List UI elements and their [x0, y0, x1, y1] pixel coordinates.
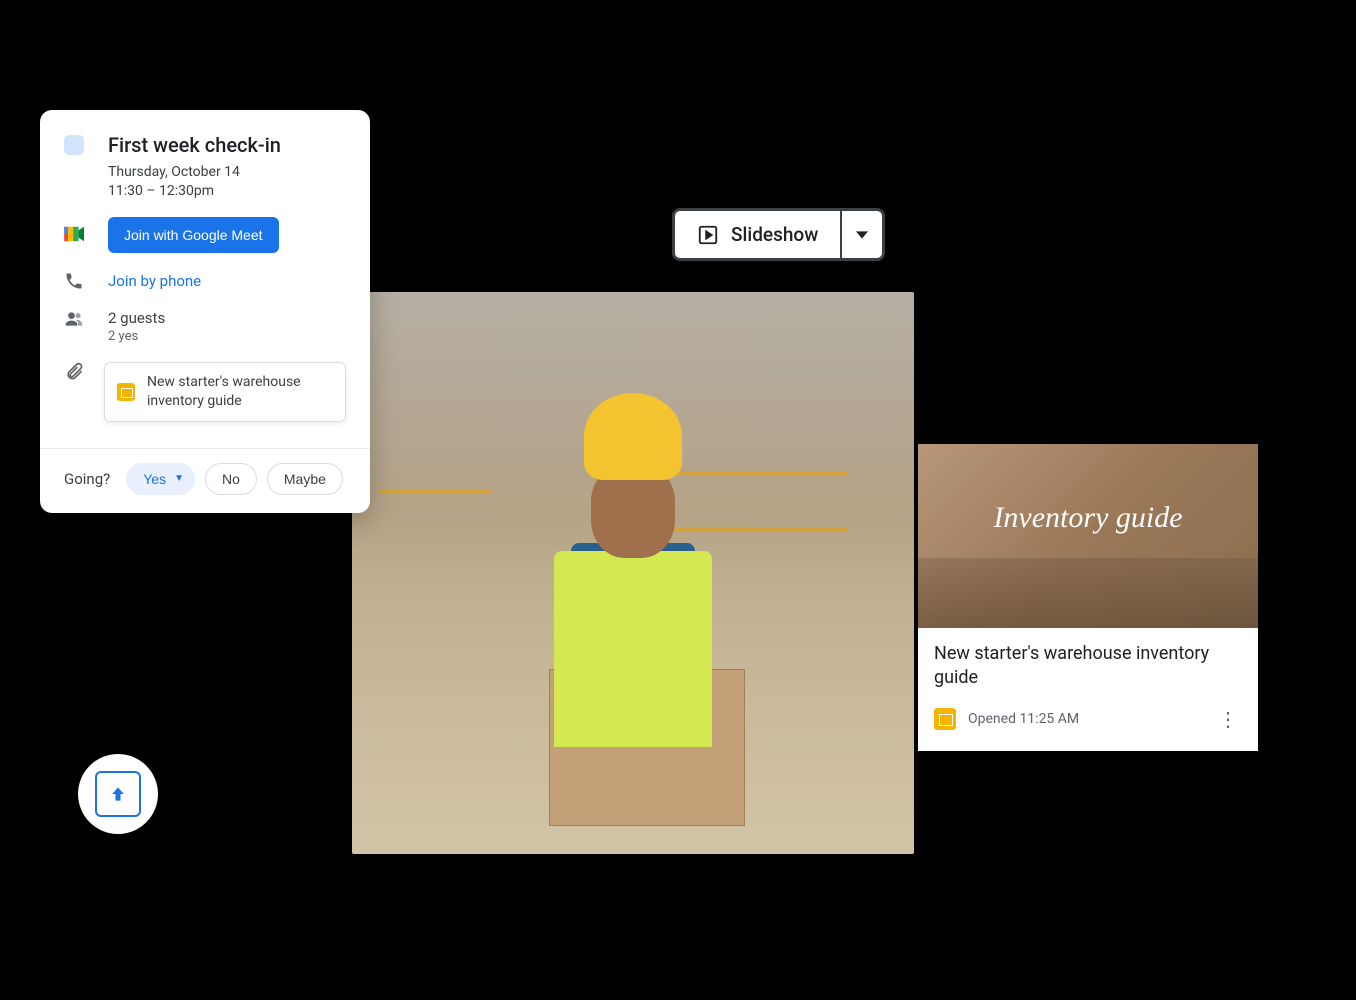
phone-icon [64, 271, 84, 291]
paperclip-icon [64, 362, 84, 382]
slides-file-card[interactable]: Inventory guide New starter's warehouse … [918, 444, 1258, 751]
upload-arrow-icon [108, 784, 128, 804]
upload-button[interactable] [95, 771, 141, 817]
event-title: First week check-in [108, 132, 346, 158]
rsvp-yes-button[interactable]: Yes ▼ [126, 463, 195, 495]
rsvp-footer: Going? Yes ▼ No Maybe [40, 448, 370, 513]
guests-status: 2 yes [108, 329, 346, 344]
join-by-phone-link[interactable]: Join by phone [108, 272, 201, 290]
dropdown-caret-icon [856, 229, 868, 241]
attachment-name: New starter's warehouse inventory guide [147, 373, 333, 411]
attachment-chip[interactable]: New starter's warehouse inventory guide [104, 362, 346, 422]
file-title: New starter's warehouse inventory guide [934, 642, 1242, 691]
slideshow-dropdown-button[interactable] [840, 211, 882, 258]
warehouse-photo [352, 292, 914, 854]
slideshow-label: Slideshow [731, 223, 818, 246]
google-slides-icon [117, 383, 135, 401]
event-color-swatch [64, 135, 84, 155]
google-meet-icon [64, 225, 86, 243]
rsvp-no-button[interactable]: No [205, 463, 257, 495]
more-options-button[interactable]: ⋮ [1214, 703, 1242, 735]
file-opened-time: Opened 11:25 AM [968, 711, 1202, 727]
thumbnail-title: Inventory guide [993, 501, 1182, 535]
guests-count: 2 guests [108, 309, 346, 327]
file-thumbnail: Inventory guide [918, 444, 1258, 628]
rsvp-maybe-button[interactable]: Maybe [267, 463, 343, 495]
event-time: 11:30 – 12:30pm [108, 183, 346, 199]
upload-fab [78, 754, 158, 834]
going-label: Going? [64, 470, 110, 488]
calendar-event-card: First week check-in Thursday, October 14… [40, 110, 370, 513]
google-slides-icon [934, 708, 956, 730]
chevron-down-icon: ▼ [174, 473, 184, 484]
join-meet-button[interactable]: Join with Google Meet [108, 217, 279, 253]
people-icon [64, 309, 84, 329]
slideshow-split-button: Slideshow [672, 208, 885, 261]
event-date: Thursday, October 14 [108, 164, 346, 180]
play-box-icon [697, 224, 719, 246]
rsvp-yes-label: Yes [143, 471, 166, 487]
slideshow-button[interactable]: Slideshow [675, 211, 840, 258]
